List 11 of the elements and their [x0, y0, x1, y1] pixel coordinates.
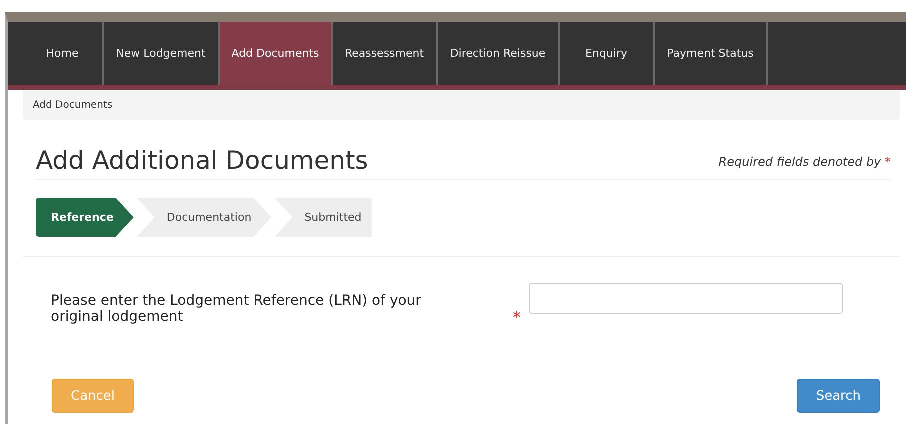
wizard-step[interactable]: Submitted — [274, 198, 372, 237]
reference-input[interactable] — [529, 283, 843, 314]
search-button[interactable]: Search — [797, 379, 880, 413]
required-note: Required fields denoted by * — [718, 155, 891, 169]
field-label: Please enter the Lodgement Reference (LRN) of your original lodgement — [51, 293, 422, 326]
wizard-step[interactable]: Reference — [36, 198, 134, 237]
wizard-step[interactable]: Documentation — [136, 198, 272, 237]
page-title: Add Additional Documents — [36, 148, 368, 173]
nav-tab[interactable]: Add Documents — [220, 22, 333, 85]
breadcrumb: Add Documents — [33, 100, 113, 110]
required-marker: * — [513, 308, 521, 327]
